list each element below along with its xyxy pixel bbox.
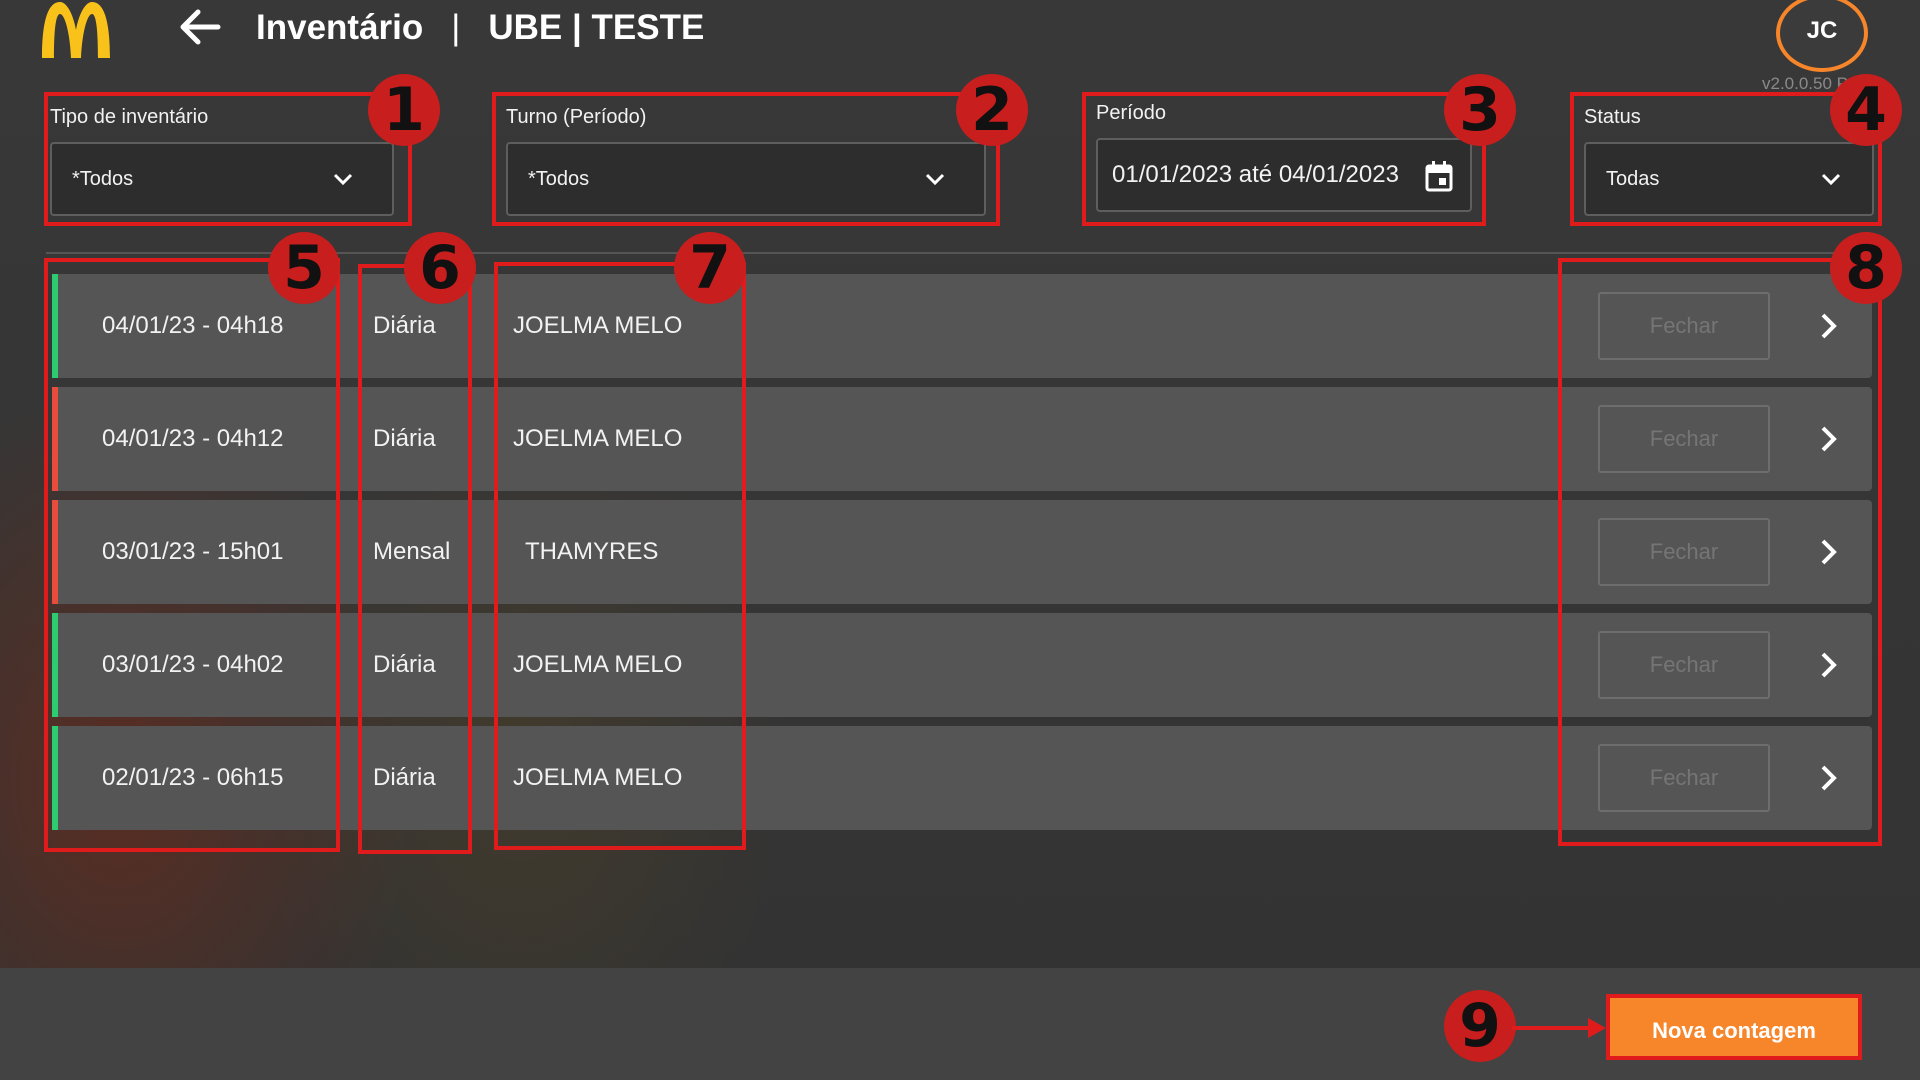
annotation-badge: 9 xyxy=(1444,990,1516,1062)
mcdonalds-logo-icon xyxy=(42,2,110,58)
title-store: UBE | TESTE xyxy=(488,8,705,47)
annotation-box-6 xyxy=(358,264,472,854)
annotation-box-3 xyxy=(1082,92,1486,226)
annotation-badge: 8 xyxy=(1830,232,1902,304)
annotation-box-7 xyxy=(494,262,746,850)
annotation-badge: 7 xyxy=(674,232,746,304)
annotation-badge: 6 xyxy=(404,232,476,304)
new-count-button[interactable]: Nova contagem xyxy=(1606,994,1862,1060)
annotation-box-8 xyxy=(1558,258,1882,846)
annotation-box-2 xyxy=(492,92,1000,226)
page-title: Inventário | UBE | TESTE xyxy=(256,6,704,50)
annotation-badge: 5 xyxy=(268,232,340,304)
annotation-pointer-arrowhead xyxy=(1588,1018,1606,1038)
annotation-box-5 xyxy=(44,258,340,852)
annotation-badge: 2 xyxy=(956,74,1028,146)
annotation-badge: 4 xyxy=(1830,74,1902,146)
back-arrow-icon[interactable] xyxy=(176,6,222,48)
annotation-badge: 3 xyxy=(1444,74,1516,146)
annotation-pointer-line xyxy=(1512,1026,1592,1030)
annotation-box-1 xyxy=(44,92,412,226)
annotation-badge: 1 xyxy=(368,74,440,146)
title-separator: | xyxy=(451,8,461,47)
title-module: Inventário xyxy=(256,8,424,47)
